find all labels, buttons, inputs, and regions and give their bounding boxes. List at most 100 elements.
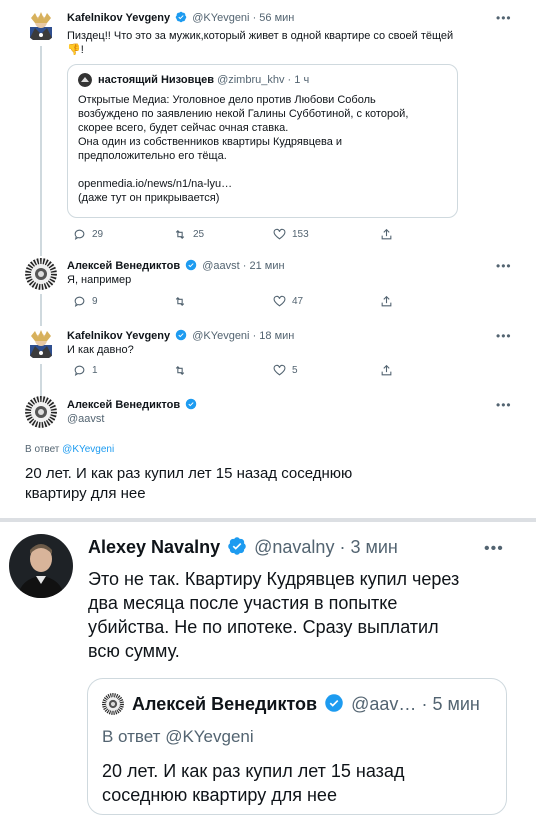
avatar[interactable] xyxy=(9,534,73,598)
like-button[interactable]: 47 xyxy=(273,295,303,308)
author-name[interactable]: Kafelnikov Yevgeny xyxy=(67,330,170,342)
reply-to-handle[interactable]: @KYevgeni xyxy=(62,444,114,455)
like-button[interactable]: 5 xyxy=(273,364,298,377)
like-icon xyxy=(273,364,286,376)
author-handle[interactable]: @navalny xyxy=(254,537,334,557)
reply-icon xyxy=(74,229,85,241)
quoted-tweet-text: Открытые Медиа: Уголовное дело против Лю… xyxy=(78,93,453,205)
reply-count: 29 xyxy=(92,229,104,240)
timestamp[interactable]: 21 мин xyxy=(250,260,285,272)
tweet-kafelnikov-2[interactable]: Kafelnikov Yevgeny @KYevgeni · 18 мин ••… xyxy=(0,320,536,390)
avatar[interactable] xyxy=(102,693,124,715)
navalny-tweet[interactable]: Alexey Navalny @navalny · 3 мин ••• Это … xyxy=(0,522,536,817)
author-name[interactable]: Alexey Navalny xyxy=(88,537,220,557)
like-icon xyxy=(273,295,286,307)
reply-button[interactable]: 29 xyxy=(73,228,103,241)
tweet-actions: 9 47 xyxy=(73,295,393,309)
thread-connector xyxy=(40,320,42,326)
author-handle[interactable]: @zimbru_khv xyxy=(217,74,284,86)
tweet-venediktov-focused[interactable]: Алексей Венедиктов @aavst ••• В ответ @K… xyxy=(0,390,536,518)
author-handle[interactable]: @KYevgeni xyxy=(192,12,249,24)
avatar[interactable] xyxy=(25,10,57,42)
timestamp[interactable]: 3 мин xyxy=(350,537,397,557)
timestamp[interactable]: 5 мин xyxy=(432,694,479,714)
quoted-link[interactable]: openmedia.io/news/n1/na-lyu… xyxy=(78,177,453,191)
retweet-button[interactable] xyxy=(173,295,193,308)
timestamp[interactable]: 18 мин xyxy=(259,330,294,342)
like-icon xyxy=(273,228,286,240)
reply-count: 1 xyxy=(92,365,98,376)
author-handle-line: @aavst xyxy=(67,412,104,426)
tweet-kafelnikov-1[interactable]: Kafelnikov Yevgeny @KYevgeni · 56 мин ••… xyxy=(0,0,536,250)
more-icon[interactable]: ••• xyxy=(496,12,512,24)
quoted-tweet[interactable]: Алексей Венедиктов @aav… · 5 мин В ответ… xyxy=(87,678,507,815)
author-name[interactable]: Алексей Венедиктов xyxy=(67,260,180,272)
like-button[interactable]: 153 xyxy=(273,228,309,241)
share-icon xyxy=(381,364,392,376)
thread-connector xyxy=(40,294,42,320)
more-icon[interactable]: ••• xyxy=(496,330,512,342)
quoted-tweet-header: настоящий Низовцев @zimbru_khv · 1 ч xyxy=(98,73,309,87)
verified-badge-icon xyxy=(175,329,187,345)
reply-icon xyxy=(74,296,85,308)
tweet-text: Пиздец!! Что это за мужик,который живет … xyxy=(67,30,454,56)
share-button[interactable] xyxy=(380,295,393,308)
verified-badge-icon xyxy=(227,536,247,561)
separator-dot: · xyxy=(421,694,428,714)
quoted-tweet-text: 20 лет. И как раз купил лет 15 назад сос… xyxy=(102,761,405,805)
separator-dot: · xyxy=(252,12,257,24)
reply-to-handle[interactable]: @KYevgeni xyxy=(165,727,253,746)
verified-badge-icon xyxy=(185,398,197,414)
verified-badge-icon xyxy=(185,259,197,275)
author-name[interactable]: настоящий Низовцев xyxy=(98,74,214,86)
author-handle[interactable]: @aavst xyxy=(202,260,239,272)
tweet-header: Kafelnikov Yevgeny @KYevgeni · 56 мин xyxy=(67,11,294,27)
thread-connector xyxy=(40,46,42,250)
timestamp[interactable]: 1 ч xyxy=(294,74,309,86)
share-icon xyxy=(381,228,392,240)
author-name[interactable]: Алексей Венедиктов xyxy=(67,399,180,411)
author-name[interactable]: Kafelnikov Yevgeny xyxy=(67,12,170,24)
tweet-actions: 1 5 xyxy=(73,364,393,378)
timestamp[interactable]: 56 мин xyxy=(259,12,294,24)
tweet-venediktov-1[interactable]: Алексей Венедиктов @aavst · 21 мин ••• Я… xyxy=(0,250,536,320)
separator-dot: · xyxy=(252,330,257,342)
thumbs-down-emoji: 👎 xyxy=(67,44,81,56)
tweet-header: Alexey Navalny @navalny · 3 мин xyxy=(88,536,398,561)
avatar[interactable] xyxy=(25,258,57,290)
share-button[interactable] xyxy=(380,364,393,377)
separator-dot: · xyxy=(242,260,247,272)
retweet-count: 25 xyxy=(193,229,205,240)
thread-connector xyxy=(40,250,42,256)
quoted-tweet[interactable]: настоящий Низовцев @zimbru_khv · 1 ч Отк… xyxy=(67,64,458,218)
author-handle[interactable]: @aav… xyxy=(351,694,416,714)
reply-button[interactable]: 1 xyxy=(73,364,98,377)
author-handle[interactable]: @aavst xyxy=(67,413,104,425)
reply-button[interactable]: 9 xyxy=(73,295,98,308)
more-icon[interactable]: ••• xyxy=(484,541,504,557)
like-count: 153 xyxy=(292,229,309,240)
retweet-button[interactable]: 25 xyxy=(173,228,204,241)
tweet-text: Это не так. Квартиру Кудрявцев купил чер… xyxy=(88,569,460,661)
avatar[interactable] xyxy=(25,396,57,428)
avatar[interactable] xyxy=(78,73,92,87)
retweet-button[interactable] xyxy=(173,364,193,377)
separator-dot: · xyxy=(339,537,346,557)
author-name[interactable]: Алексей Венедиктов xyxy=(132,694,317,714)
share-button[interactable] xyxy=(380,228,393,241)
share-icon xyxy=(381,295,392,307)
more-icon[interactable]: ••• xyxy=(496,399,512,411)
retweet-icon xyxy=(175,365,185,376)
avatar[interactable] xyxy=(25,328,57,360)
replying-to: В ответ @KYevgeni xyxy=(102,727,254,746)
author-handle[interactable]: @KYevgeni xyxy=(192,330,249,342)
reply-thread-screenshot: Kafelnikov Yevgeny @KYevgeni · 56 мин ••… xyxy=(0,0,536,518)
like-count: 47 xyxy=(292,296,304,307)
reply-icon xyxy=(74,365,85,377)
verified-badge-icon xyxy=(175,11,187,27)
more-icon[interactable]: ••• xyxy=(496,260,512,272)
reply-count: 9 xyxy=(92,296,98,307)
thread-connector xyxy=(40,364,42,390)
verified-badge-icon xyxy=(324,693,344,718)
tweet-text: Я, например xyxy=(67,274,132,286)
